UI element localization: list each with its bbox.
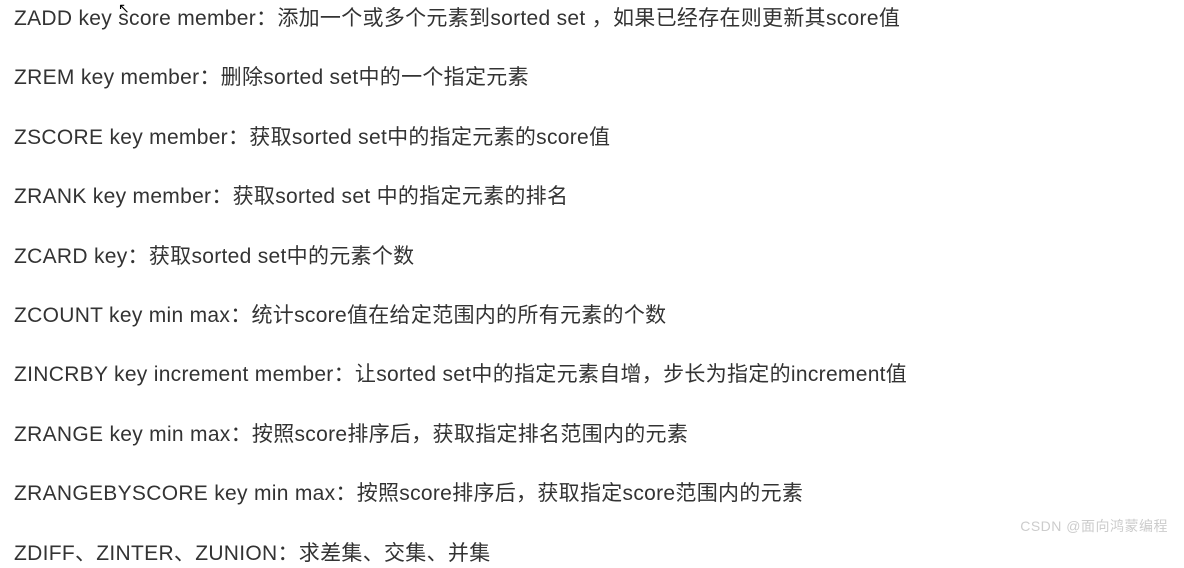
command-list: ZADD key score member：添加一个或多个元素到sorted s… [14, 4, 1170, 568]
command-item: ZCOUNT key min max：统计score值在给定范围内的所有元素的个… [14, 301, 1170, 330]
command-item: ZRANGEBYSCORE key min max：按照score排序后，获取指… [14, 479, 1170, 508]
command-item: ZDIFF、ZINTER、ZUNION：求差集、交集、并集 [14, 539, 1170, 568]
command-item: ZRANK key member：获取sorted set 中的指定元素的排名 [14, 182, 1170, 211]
command-item: ZSCORE key member：获取sorted set中的指定元素的sco… [14, 123, 1170, 152]
command-item: ZCARD key：获取sorted set中的元素个数 [14, 242, 1170, 271]
watermark: CSDN @面向鸿蒙编程 [1020, 516, 1168, 536]
command-item: ZINCRBY key increment member：让sorted set… [14, 360, 1170, 389]
command-item: ZRANGE key min max：按照score排序后，获取指定排名范围内的… [14, 420, 1170, 449]
command-item: ZADD key score member：添加一个或多个元素到sorted s… [14, 4, 1170, 33]
command-item: ZREM key member：删除sorted set中的一个指定元素 [14, 63, 1170, 92]
